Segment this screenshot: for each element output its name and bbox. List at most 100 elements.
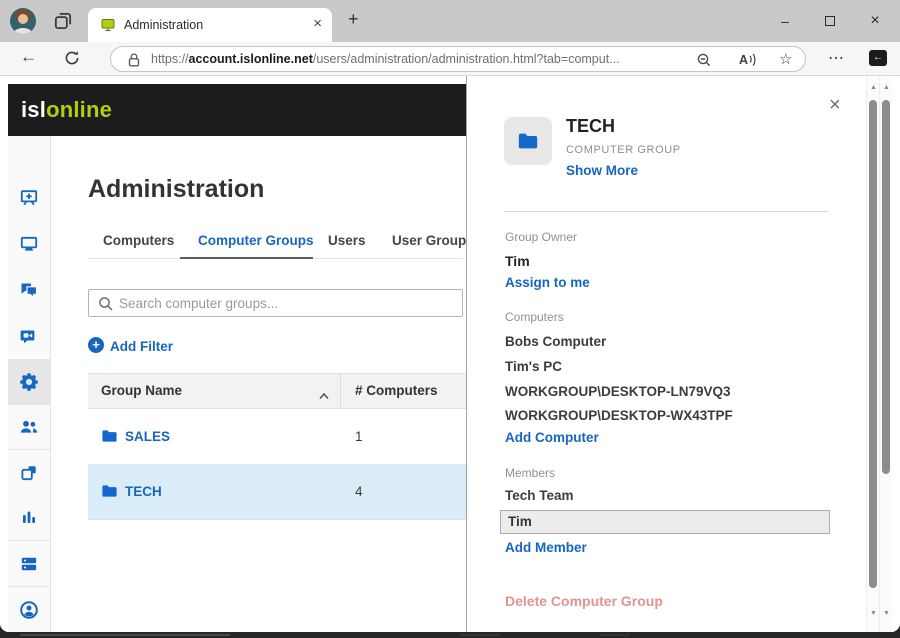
scroll-down-icon[interactable]: ▼ [880, 610, 893, 617]
table-row-sales[interactable]: SALES 1 [88, 409, 466, 464]
logo-online: online [46, 97, 112, 122]
group-name[interactable]: SALES [125, 409, 170, 464]
members-label: Members [505, 466, 555, 480]
group-owner-label: Group Owner [505, 230, 577, 244]
panel-close-icon[interactable]: × [829, 94, 841, 117]
sidebar-item-sessions[interactable] [8, 449, 51, 495]
panel-scrollbar-thumb[interactable] [869, 100, 877, 588]
screen: Administration × + – × ← [0, 0, 900, 638]
sidebar-item-computers[interactable] [8, 221, 51, 267]
sort-asc-icon[interactable] [318, 387, 330, 405]
favorite-star-icon[interactable]: ☆ [779, 50, 792, 68]
panel-scrollbar[interactable]: ▲ ▼ [866, 76, 879, 632]
islonline-logo[interactable]: islonline [21, 84, 112, 136]
member-item-highlighted[interactable]: Tim [500, 510, 830, 534]
url-path: /users/administration/administration.htm… [313, 52, 620, 66]
computer-item[interactable]: Tim's PC [505, 359, 562, 374]
new-tab-button[interactable]: + [348, 9, 359, 30]
active-tab-underline [180, 257, 313, 259]
chat-icon [19, 280, 39, 300]
computers-label: Computers [505, 310, 564, 324]
tab-user-groups[interactable]: User Groups [392, 233, 474, 248]
refresh-button[interactable] [63, 49, 81, 72]
computer-item[interactable]: WORKGROUP\DESKTOP-WX43TPF [505, 408, 733, 423]
address-bar[interactable]: https://account.islonline.net/users/admi… [110, 46, 806, 72]
tab-users[interactable]: Users [328, 233, 366, 248]
add-computer-link[interactable]: Add Computer [505, 430, 599, 445]
group-icon-tile [504, 117, 552, 165]
scroll-up-icon[interactable]: ▲ [880, 84, 893, 91]
app-sidebar [8, 136, 51, 632]
assign-to-me-link[interactable]: Assign to me [505, 275, 590, 290]
windows-stack-icon [19, 463, 39, 483]
show-more-link[interactable]: Show More [566, 163, 638, 178]
tab-computers[interactable]: Computers [103, 233, 174, 248]
column-num-computers[interactable]: # Computers [355, 374, 438, 408]
browser-titlebar: Administration × + – × [0, 0, 900, 42]
sidebar-item-licenses[interactable] [8, 540, 51, 586]
sidebar-item-video-calls[interactable] [8, 313, 51, 359]
panel-divider [504, 211, 829, 212]
avatar-face [18, 14, 28, 24]
page-title: Administration [88, 175, 264, 204]
delete-computer-group-link[interactable]: Delete Computer Group [505, 593, 663, 609]
column-group-name[interactable]: Group Name [101, 374, 182, 408]
people-icon [19, 417, 39, 437]
url-scheme: https:// [151, 52, 189, 66]
sidebar-item-account[interactable] [8, 586, 51, 632]
video-chat-icon [19, 326, 39, 346]
sidebar-item-reports[interactable] [8, 494, 51, 540]
folder-icon [101, 428, 118, 449]
page-scrollbar[interactable]: ▲ ▼ [879, 76, 892, 632]
back-button[interactable]: ← [20, 47, 37, 67]
search-box [88, 289, 463, 317]
computer-item[interactable]: Bobs Computer [505, 334, 606, 349]
sidebar-item-new-session[interactable] [8, 175, 51, 221]
folder-icon [517, 131, 539, 151]
zoom-out-icon[interactable] [695, 51, 713, 69]
panel-group-title: TECH [566, 116, 615, 137]
sidebar-item-administration[interactable] [8, 359, 51, 405]
more-menu-button[interactable]: ⋯ [828, 48, 845, 68]
add-member-link[interactable]: Add Member [505, 540, 587, 555]
workspaces-icon[interactable] [52, 10, 74, 32]
panel-group-type: COMPUTER GROUP [566, 144, 681, 156]
folder-icon [101, 483, 118, 504]
window-minimize-button[interactable]: – [765, 0, 805, 42]
sidebar-item-users[interactable] [8, 404, 51, 450]
add-filter-button[interactable]: Add Filter [110, 339, 173, 354]
url-text: https://account.islonline.net/users/admi… [151, 52, 620, 66]
profile-avatar[interactable] [10, 8, 36, 34]
member-item[interactable]: Tech Team [505, 488, 574, 503]
search-icon [97, 295, 115, 313]
group-computer-count: 4 [355, 464, 363, 519]
window-maximize-button[interactable] [810, 0, 850, 42]
add-filter-plus-icon[interactable]: + [88, 337, 104, 353]
member-name: Tim [508, 511, 532, 533]
sidebar-toggle-icon[interactable]: ← [869, 50, 887, 66]
sidebar-item-chats[interactable] [8, 267, 51, 313]
browser-toolbar: ← https://account.islonline.net/users/ad… [0, 42, 900, 76]
group-name[interactable]: TECH [125, 464, 162, 519]
tab-close-icon[interactable]: × [313, 15, 322, 32]
group-computer-count: 1 [355, 409, 363, 464]
app-header: islonline [8, 84, 466, 136]
avatar-body [14, 28, 32, 34]
detail-panel: × TECH COMPUTER GROUP Show More Group Ow… [466, 76, 866, 632]
table-header: Group Name # Computers [88, 373, 466, 409]
desktop-texture [600, 634, 630, 636]
group-owner-value: Tim [505, 253, 530, 269]
page-scrollbar-thumb[interactable] [882, 100, 890, 474]
computer-item[interactable]: WORKGROUP\DESKTOP-LN79VQ3 [505, 384, 731, 399]
bar-chart-icon [19, 507, 39, 527]
search-input[interactable] [119, 290, 459, 316]
tab-computer-groups[interactable]: Computer Groups [198, 233, 314, 248]
table-row-tech[interactable]: TECH 4 [88, 464, 466, 519]
lock-icon[interactable] [125, 51, 143, 69]
account-icon [19, 600, 39, 620]
browser-tab[interactable]: Administration × [88, 8, 332, 42]
gear-icon [19, 372, 39, 392]
read-aloud-icon[interactable]: A [739, 51, 757, 69]
tab-title: Administration [124, 18, 203, 32]
window-close-button[interactable]: × [855, 0, 895, 42]
